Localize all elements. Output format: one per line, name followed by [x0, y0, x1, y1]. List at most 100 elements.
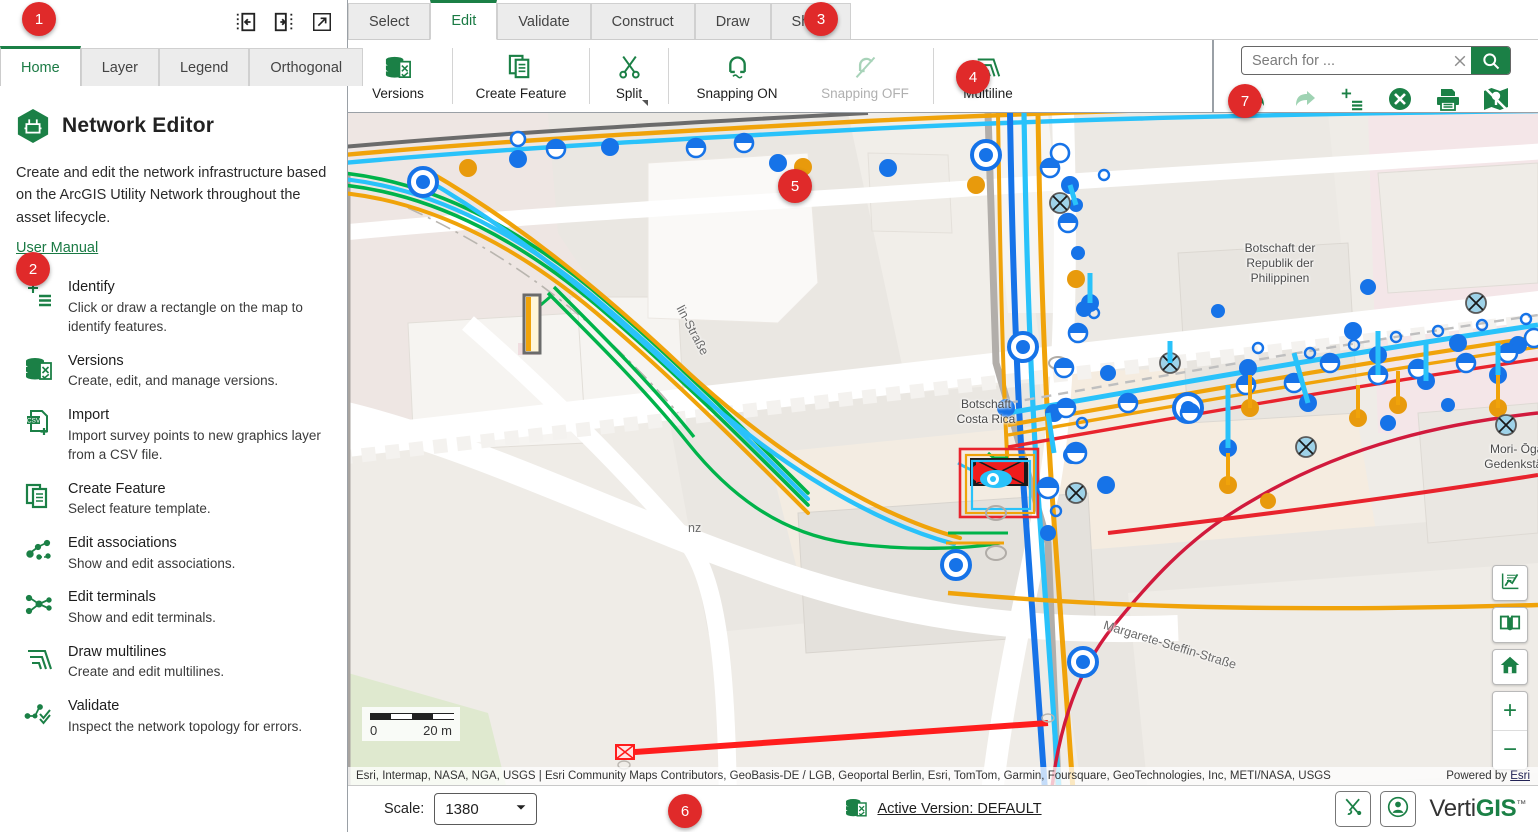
network-editor-logo-icon [16, 108, 50, 144]
chevron-down-icon[interactable] [642, 100, 648, 106]
attribution-text: Esri, Intermap, NASA, NGA, USGS | Esri C… [356, 770, 1331, 782]
scale-value: 1380 [445, 800, 479, 818]
chart-icon [1500, 570, 1521, 596]
brand-prefix: Verti [1429, 795, 1476, 822]
svg-text:CSV: CSV [27, 418, 41, 425]
dock-left-icon[interactable] [235, 11, 257, 33]
tool-title: Import [68, 407, 110, 424]
ribbon-button-label: Snapping ON [696, 85, 778, 101]
tool-list: Identify Click or draw a rectangle on th… [16, 270, 331, 743]
panel-tabs: Home Layer Legend Orthogonal [0, 44, 364, 86]
magnet-on-icon [724, 52, 751, 82]
tool-item-validate[interactable]: Validate Inspect the network topology fo… [16, 689, 331, 743]
search-icon[interactable] [1471, 47, 1510, 74]
clear-graphics-icon[interactable] [1483, 86, 1509, 112]
tab-home-label: Home [21, 59, 60, 76]
tool-item-versions[interactable]: Versions Create, edit, and manage versio… [16, 344, 331, 398]
brand-tm: ™ [1516, 799, 1526, 810]
tool-title: Draw multilines [68, 643, 167, 660]
app-description: Create and edit the network infrastructu… [16, 165, 327, 226]
search-input[interactable] [1242, 47, 1449, 74]
scale-bar-graphic [370, 713, 454, 720]
tool-title: Identify [68, 279, 115, 296]
map-canvas[interactable]: Botschaft Costa Rica Botschaft der Republi… [348, 112, 1538, 785]
scale-bar: 0 20 m [362, 707, 460, 741]
ribbon-button-create-feature[interactable]: Create Feature [457, 40, 585, 112]
powered-by: Powered by Esri [1446, 770, 1530, 782]
chevron-down-icon [514, 800, 528, 818]
ribbon-separator [933, 48, 934, 104]
tool-title: Edit terminals [68, 589, 156, 606]
close-icon[interactable] [1449, 53, 1471, 69]
redo-icon[interactable] [1291, 86, 1317, 112]
popout-icon[interactable] [311, 11, 333, 33]
annotation-badge-3: 3 [804, 2, 838, 36]
draw-multilines-icon [24, 644, 54, 674]
edit-terminals-icon [24, 589, 54, 619]
zoom-out-button[interactable]: − [1493, 731, 1527, 769]
validate-icon [24, 698, 54, 728]
tab-legend[interactable]: Legend [158, 48, 250, 86]
bookmark-tool-button[interactable] [1492, 607, 1528, 643]
ribbon-button-split[interactable]: Split [594, 40, 664, 112]
home-icon [1499, 654, 1521, 681]
annotation-badge-2: 2 [16, 252, 50, 286]
tool-title: Create Feature [68, 480, 166, 497]
user-button[interactable] [1380, 791, 1417, 827]
tab-home[interactable]: Home [0, 46, 81, 86]
print-icon[interactable] [1435, 86, 1461, 112]
dock-right-icon[interactable] [273, 11, 295, 33]
create-feature-icon [24, 481, 54, 511]
tools-button[interactable] [1335, 791, 1372, 827]
magnet-off-icon [852, 52, 879, 82]
ribbon-tab-edit[interactable]: Edit [430, 0, 498, 40]
brand-suffix: GIS [1475, 795, 1517, 822]
ribbon-separator [589, 48, 590, 104]
tool-subtitle: Show and edit associations. [68, 555, 236, 571]
user-icon [1387, 796, 1409, 823]
panel-body: Network Editor Create and edit the netwo… [0, 86, 347, 832]
status-right-group: VertiGIS™ [1335, 791, 1526, 827]
tool-item-create-feature[interactable]: Create Feature Select feature template. [16, 472, 331, 526]
ribbon-button-snapping-off[interactable]: Snapping OFF [801, 40, 929, 112]
scale-bar-max: 20 m [423, 723, 452, 738]
tool-subtitle: Create, edit, and manage versions. [68, 373, 279, 389]
scale-bar-min: 0 [370, 723, 378, 738]
esri-link[interactable]: Esri [1510, 770, 1530, 782]
tool-item-import[interactable]: CSV Import Import survey points to new g… [16, 398, 331, 471]
ribbon-button-label: Snapping OFF [821, 85, 909, 101]
map-tool-stack: + − [1492, 565, 1528, 770]
ribbon-tab-construct[interactable]: Construct [590, 3, 695, 39]
active-version-label[interactable]: Active Version: DEFAULT [877, 801, 1041, 817]
ribbon-button-label: Split [615, 85, 643, 101]
ribbon-button-snapping-on[interactable]: Snapping ON [673, 40, 801, 112]
ribbon-tab-label: Validate [518, 13, 570, 30]
tab-layer-label: Layer [101, 59, 138, 76]
tool-item-edit-associations[interactable]: Edit associations Show and edit associat… [16, 526, 331, 580]
search-box [1241, 46, 1511, 75]
chart-tool-button[interactable] [1492, 565, 1528, 601]
ribbon-tab-label: Draw [715, 13, 750, 30]
ribbon-tab-draw[interactable]: Draw [694, 3, 771, 39]
annotation-badge-1: 1 [22, 2, 56, 36]
main-area: Select Edit Validate Construct Draw Shar… [348, 0, 1538, 832]
tab-orthogonal[interactable]: Orthogonal [249, 48, 364, 86]
clear-selection-icon[interactable] [1387, 86, 1413, 112]
tool-item-identify[interactable]: Identify Click or draw a rectangle on th… [16, 270, 331, 343]
scale-label: Scale: [384, 801, 425, 817]
tool-item-draw-multilines[interactable]: Draw multilines Create and edit multilin… [16, 635, 331, 689]
tool-item-edit-terminals[interactable]: Edit terminals Show and edit terminals. [16, 580, 331, 634]
zoom-in-button[interactable]: + [1493, 692, 1527, 730]
ribbon-button-label: Create Feature [475, 85, 567, 101]
ribbon-tab-validate[interactable]: Validate [497, 3, 591, 39]
scale-select[interactable]: 1380 [434, 793, 538, 825]
ribbon-tab-select[interactable]: Select [348, 3, 431, 39]
versions-icon [844, 795, 868, 824]
tab-layer[interactable]: Layer [80, 48, 159, 86]
map-graphics [348, 113, 1538, 785]
identify-icon[interactable] [1339, 86, 1365, 112]
active-version[interactable]: Active Version: DEFAULT [844, 795, 1042, 824]
book-icon [1499, 612, 1521, 639]
ribbon-button-label: Versions [372, 85, 424, 101]
home-tool-button[interactable] [1492, 649, 1528, 685]
